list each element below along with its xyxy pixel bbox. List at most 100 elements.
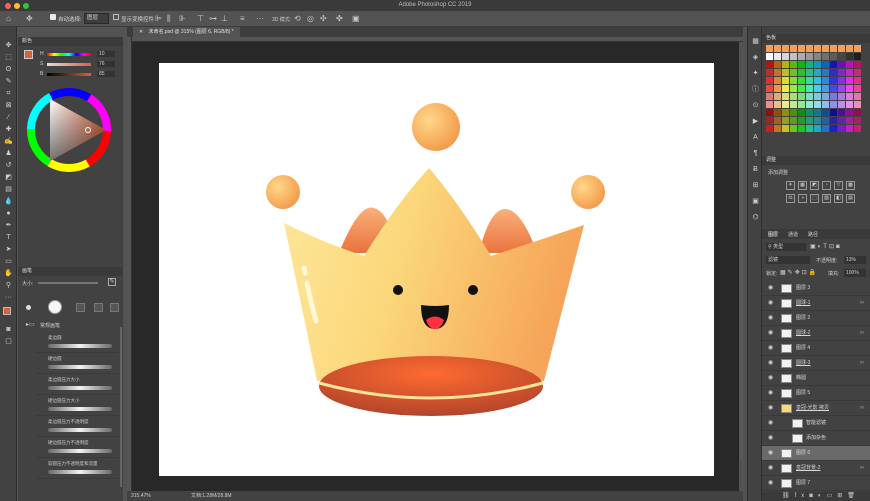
align-center-icon[interactable]: ⫼ [167, 14, 171, 23]
visibility-eye-icon[interactable]: ◉ [768, 416, 773, 431]
color-swatch[interactable] [854, 53, 861, 60]
adjustment-icon[interactable]: ▩ [846, 181, 855, 190]
pen-tool-icon[interactable]: ✒ [4, 221, 13, 230]
layer-row[interactable]: ◉ 添加杂色 [762, 431, 870, 446]
color-swatch[interactable] [814, 53, 821, 60]
color-swatch[interactable] [838, 45, 845, 52]
screen-mode-icon[interactable]: ▢ [4, 337, 13, 346]
visibility-eye-icon[interactable]: ◉ [768, 401, 773, 416]
adjustment-icon[interactable]: ◩ [810, 181, 819, 190]
saturation-slider[interactable] [47, 63, 91, 66]
color-swatch[interactable] [846, 125, 853, 132]
brightness-slider[interactable] [47, 73, 91, 76]
layer-row[interactable]: ◉ 皇冠-光影 拷贝 ∞ [762, 401, 870, 416]
visibility-eye-icon[interactable]: ◉ [768, 341, 773, 356]
add-mask-icon[interactable]: ◙ [809, 493, 818, 499]
color-swatch[interactable] [830, 61, 837, 68]
color-swatch[interactable] [798, 101, 805, 108]
color-swatch[interactable] [798, 85, 805, 92]
close-window-button[interactable] [5, 3, 11, 9]
distribute-icon[interactable]: ≡ [240, 14, 245, 23]
history-panel-icon[interactable]: ▦ [751, 37, 760, 46]
brush-preset-item[interactable]: 硬边圆压力不透明度 [36, 438, 118, 458]
visibility-eye-icon[interactable]: ◉ [768, 431, 773, 446]
color-swatch[interactable] [822, 117, 829, 124]
color-swatch[interactable] [798, 125, 805, 132]
color-swatch[interactable] [790, 101, 797, 108]
color-swatch[interactable] [822, 53, 829, 60]
color-swatch[interactable] [766, 93, 773, 100]
foreground-color-swatch[interactable] [3, 307, 11, 315]
color-swatch[interactable] [814, 45, 821, 52]
hue-slider[interactable] [47, 53, 91, 56]
paths-panel-icon[interactable]: ⌬ [751, 213, 760, 222]
3d-slide-icon[interactable]: ✜ [336, 14, 343, 23]
healing-tool-icon[interactable]: ✚ [4, 125, 13, 134]
blend-mode-dropdown[interactable]: 滤镜 [766, 256, 810, 264]
color-swatch[interactable] [822, 125, 829, 132]
adjustment-icon[interactable]: ◔ [822, 181, 831, 190]
color-swatch[interactable] [838, 53, 845, 60]
color-swatch[interactable] [830, 101, 837, 108]
color-swatch[interactable] [806, 101, 813, 108]
3d-roll-icon[interactable]: ◎ [307, 14, 314, 23]
color-swatch[interactable] [766, 85, 773, 92]
color-swatch[interactable] [814, 61, 821, 68]
color-swatch[interactable] [806, 93, 813, 100]
info-panel-icon[interactable]: ⓘ [751, 85, 760, 94]
layer-row[interactable]: ◉ 皇冠背景-2 ∞ [762, 461, 870, 476]
color-swatch[interactable] [854, 109, 861, 116]
more-options-icon[interactable]: ··· [256, 14, 264, 23]
color-swatch[interactable] [774, 77, 781, 84]
brush-preview-small[interactable] [26, 305, 31, 310]
brush-tool-icon[interactable]: ✍ [4, 137, 13, 146]
layer-row[interactable]: ◉ 图层 6 [762, 446, 870, 461]
eraser-tool-icon[interactable]: ◩ [4, 173, 13, 182]
visibility-eye-icon[interactable]: ◉ [768, 446, 773, 461]
align-middle-icon[interactable]: ⊶ [209, 14, 217, 23]
color-swatch[interactable] [806, 109, 813, 116]
crop-tool-icon[interactable]: ⌗ [4, 89, 13, 98]
color-swatch[interactable] [830, 77, 837, 84]
color-swatch[interactable] [838, 77, 845, 84]
history-brush-icon[interactable]: ↺ [4, 161, 13, 170]
color-swatch[interactable] [838, 117, 845, 124]
color-swatch[interactable] [846, 45, 853, 52]
layer-row[interactable]: ◉ 图层 3 [762, 281, 870, 296]
color-swatch[interactable] [774, 69, 781, 76]
properties-panel-icon[interactable]: ◈ [751, 53, 760, 62]
blur-tool-icon[interactable]: 💧 [4, 197, 13, 206]
align-bottom-icon[interactable]: ⊥ [221, 14, 228, 23]
color-swatch[interactable] [814, 69, 821, 76]
color-swatch[interactable] [838, 109, 845, 116]
home-icon[interactable]: ⌂ [6, 14, 11, 23]
visibility-eye-icon[interactable]: ◉ [768, 281, 773, 296]
document-size[interactable]: 文档:1.28M/28.8M [191, 491, 232, 501]
color-swatch[interactable] [814, 109, 821, 116]
layer-row[interactable]: ◉ 图层 2 [762, 311, 870, 326]
color-swatch[interactable] [854, 77, 861, 84]
color-swatch[interactable] [774, 109, 781, 116]
color-swatch[interactable] [782, 69, 789, 76]
color-swatch[interactable] [822, 109, 829, 116]
close-tab-icon[interactable]: ✕ [139, 29, 143, 35]
color-swatch[interactable] [830, 53, 837, 60]
3d-pan-icon[interactable]: ✣ [320, 14, 327, 23]
new-layer-icon[interactable]: ⊞ [837, 493, 847, 499]
color-swatch[interactable] [854, 93, 861, 100]
color-swatch[interactable] [806, 77, 813, 84]
color-swatch[interactable] [854, 85, 861, 92]
type-tool-icon[interactable]: T [4, 233, 13, 242]
libraries-panel-icon[interactable]: ✦ [751, 69, 760, 78]
brush-preset-item[interactable]: 柔边圆压力大小 [36, 375, 118, 395]
layer-row[interactable]: ◉ 圆球-2 ∞ [762, 326, 870, 341]
color-swatch[interactable] [830, 45, 837, 52]
color-swatch[interactable] [806, 85, 813, 92]
visibility-eye-icon[interactable]: ◉ [768, 461, 773, 476]
color-swatch[interactable] [822, 61, 829, 68]
color-swatch[interactable] [814, 125, 821, 132]
3d-scale-icon[interactable]: ▣ [352, 14, 360, 23]
color-swatch[interactable] [854, 125, 861, 132]
color-swatch[interactable] [822, 101, 829, 108]
show-transform-checkbox[interactable] [113, 14, 119, 20]
